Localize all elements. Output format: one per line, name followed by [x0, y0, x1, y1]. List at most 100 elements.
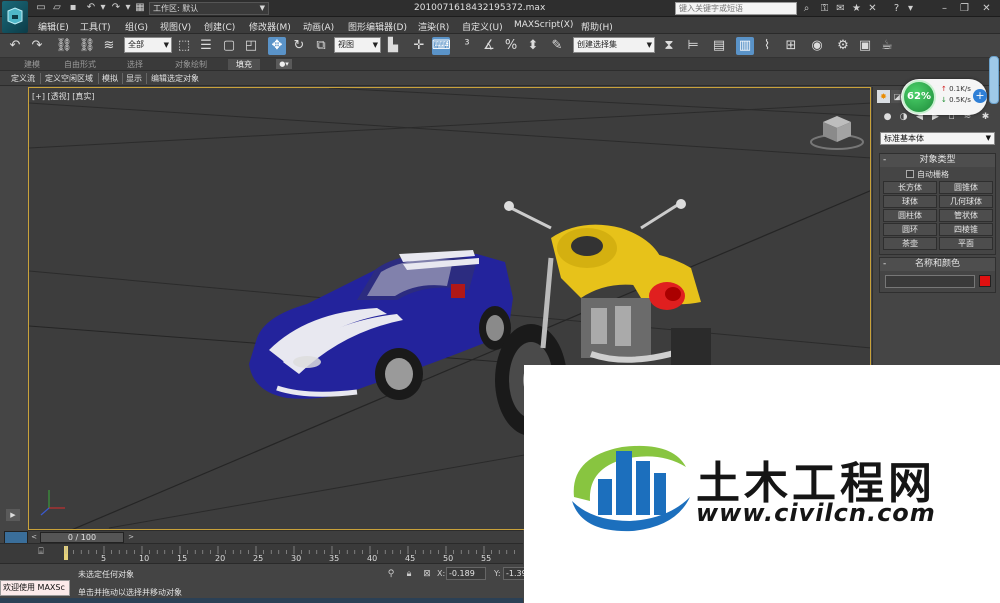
- communication-center-icon[interactable]: ✉: [834, 2, 847, 15]
- menu-graph-editors[interactable]: 图形编辑器(D): [348, 20, 407, 33]
- shapes-icon[interactable]: ◑: [897, 111, 910, 124]
- app-logo-icon[interactable]: [2, 1, 28, 33]
- schematic-view-icon[interactable]: ⊞: [782, 37, 800, 55]
- new-file-icon[interactable]: ▭: [35, 2, 47, 14]
- define-idle-areas-button[interactable]: 定义空闲区域: [45, 73, 93, 84]
- curve-editor-icon[interactable]: ⌇: [758, 37, 776, 55]
- primitive-type-dropdown[interactable]: 标准基本体 ▼: [880, 132, 995, 145]
- pyramid-button[interactable]: 四棱锥: [939, 223, 993, 236]
- select-manipulate-icon[interactable]: ✛: [410, 37, 428, 55]
- object-name-field[interactable]: [885, 275, 975, 288]
- minimize-window-icon[interactable]: –: [938, 2, 951, 15]
- window-crossing-icon[interactable]: ◰: [242, 37, 260, 55]
- link-icon[interactable]: ⛓: [55, 37, 73, 55]
- name-and-color-rollout-header[interactable]: - 名称和颜色: [880, 258, 995, 271]
- simulate-button[interactable]: 模拟: [102, 73, 118, 84]
- sports-car-model[interactable]: [247, 246, 517, 411]
- open-file-icon[interactable]: ▱: [51, 2, 63, 14]
- viewcube-icon[interactable]: [809, 110, 869, 150]
- menu-rendering[interactable]: 渲染(R): [418, 20, 449, 33]
- render-teapot-icon[interactable]: ☕: [878, 37, 896, 55]
- snaps-toggle-icon[interactable]: ³: [458, 37, 476, 55]
- cone-button[interactable]: 圆锥体: [939, 181, 993, 194]
- menu-create[interactable]: 创建(C): [204, 20, 235, 33]
- ribbon-tab-freeform[interactable]: 自由形式: [64, 59, 96, 70]
- named-selection-dropdown[interactable]: 创建选择集 ▼: [573, 37, 655, 53]
- plus-icon[interactable]: +: [973, 89, 987, 103]
- spinner-snap-icon[interactable]: ⬍: [524, 37, 542, 55]
- ribbon-tab-selection[interactable]: 选择: [127, 59, 143, 70]
- ribbon-tab-object-paint[interactable]: 对象绘制: [175, 59, 207, 70]
- close-window-icon[interactable]: ✕: [980, 2, 993, 15]
- restore-window-icon[interactable]: ❐: [958, 2, 971, 15]
- undo-icon[interactable]: ↶: [6, 37, 24, 55]
- systems-icon[interactable]: ✱: [979, 111, 992, 124]
- close-search-icon[interactable]: ✕: [866, 2, 879, 15]
- geometry-icon[interactable]: ●: [881, 111, 894, 124]
- select-object-icon[interactable]: ⬚: [175, 37, 193, 55]
- time-prev-icon[interactable]: <: [29, 532, 39, 542]
- reference-coord-dropdown[interactable]: 视图 ▼: [334, 37, 381, 53]
- bind-space-warp-icon[interactable]: ≋: [100, 37, 118, 55]
- teapot-button[interactable]: 茶壶: [883, 237, 937, 250]
- object-type-rollout-header[interactable]: - 对象类型: [880, 154, 995, 167]
- expand-arrow-icon[interactable]: ▶: [6, 509, 20, 521]
- undo-icon[interactable]: ↶: [85, 2, 97, 14]
- isolate-selection-icon[interactable]: ⚲: [385, 568, 397, 580]
- sphere-button[interactable]: 球体: [883, 195, 937, 208]
- time-slider-thumb[interactable]: 0 / 100: [40, 532, 124, 543]
- geosphere-button[interactable]: 几何球体: [939, 195, 993, 208]
- favorites-star-icon[interactable]: ★: [850, 2, 863, 15]
- ribbon-minimize-icon[interactable]: ●▾: [276, 59, 292, 69]
- create-tab-icon[interactable]: ✸: [877, 90, 890, 103]
- maxscript-listener[interactable]: 欢迎使用 MAXSc: [0, 580, 70, 596]
- select-and-rotate-icon[interactable]: ↻: [290, 37, 308, 55]
- search-input[interactable]: 键入关键字或短语: [675, 2, 797, 15]
- keyboard-shortcut-override-icon[interactable]: ⌨: [432, 37, 451, 55]
- graphite-ribbon-icon[interactable]: ▥: [736, 37, 754, 55]
- rendered-frame-window-icon[interactable]: ▣: [856, 37, 874, 55]
- redo-icon[interactable]: ↷: [110, 2, 122, 14]
- menu-animation[interactable]: 动画(A): [303, 20, 334, 33]
- cylinder-button[interactable]: 圆柱体: [883, 209, 937, 222]
- select-and-scale-icon[interactable]: ⧉: [312, 37, 330, 55]
- selection-lock-icon[interactable]: 🔒︎: [403, 568, 415, 580]
- menu-modifiers[interactable]: 修改器(M): [249, 20, 291, 33]
- mirror-icon[interactable]: ⧗: [660, 37, 678, 55]
- time-slider[interactable]: < 0 / 100 >: [28, 530, 523, 543]
- menu-views[interactable]: 视图(V): [160, 20, 191, 33]
- menu-help[interactable]: 帮助(H): [581, 20, 613, 33]
- select-and-move-icon[interactable]: ✥: [268, 37, 286, 55]
- selection-filter-dropdown[interactable]: 全部 ▼: [124, 37, 172, 53]
- plane-button[interactable]: 平面: [939, 237, 993, 250]
- menu-edit[interactable]: 编辑(E): [38, 20, 69, 33]
- redo-icon[interactable]: ↷: [28, 37, 46, 55]
- unlink-icon[interactable]: ⛓: [78, 37, 96, 55]
- tube-button[interactable]: 管状体: [939, 209, 993, 222]
- save-file-icon[interactable]: ▪: [67, 2, 79, 14]
- menu-tools[interactable]: 工具(T): [80, 20, 111, 33]
- render-setup-icon[interactable]: ⚙: [834, 37, 852, 55]
- help-dropdown-icon[interactable]: ▾: [904, 2, 917, 15]
- menu-group[interactable]: 组(G): [125, 20, 148, 33]
- edit-selected-button[interactable]: 编辑选定对象: [151, 73, 199, 84]
- layer-manager-icon[interactable]: ▤: [710, 37, 728, 55]
- define-flows-button[interactable]: 定义流: [11, 73, 35, 84]
- time-next-icon[interactable]: >: [126, 532, 136, 542]
- menu-maxscript[interactable]: MAXScript(X): [514, 20, 573, 30]
- display-button[interactable]: 显示: [126, 73, 142, 84]
- key-icon[interactable]: ⚿: [818, 2, 831, 15]
- workspace-dropdown[interactable]: 工作区: 默认 ▼: [149, 2, 269, 15]
- align-icon[interactable]: ⊨: [684, 37, 702, 55]
- pivot-center-icon[interactable]: ▙: [384, 37, 402, 55]
- binoculars-search-icon[interactable]: ⌕: [800, 2, 813, 15]
- angle-snap-icon[interactable]: ∡: [480, 37, 498, 55]
- ribbon-tab-populate[interactable]: 填充: [228, 59, 260, 70]
- viewport-label[interactable]: [+] [透视] [真实]: [32, 91, 95, 102]
- percent-snap-icon[interactable]: %: [502, 37, 520, 55]
- autogrid-checkbox[interactable]: 自动栅格: [906, 169, 949, 180]
- object-color-swatch[interactable]: [979, 275, 991, 287]
- y-coordinate-field[interactable]: -1.39: [503, 567, 525, 580]
- hold-icon[interactable]: ▦: [134, 2, 146, 14]
- material-editor-icon[interactable]: ◉: [808, 37, 826, 55]
